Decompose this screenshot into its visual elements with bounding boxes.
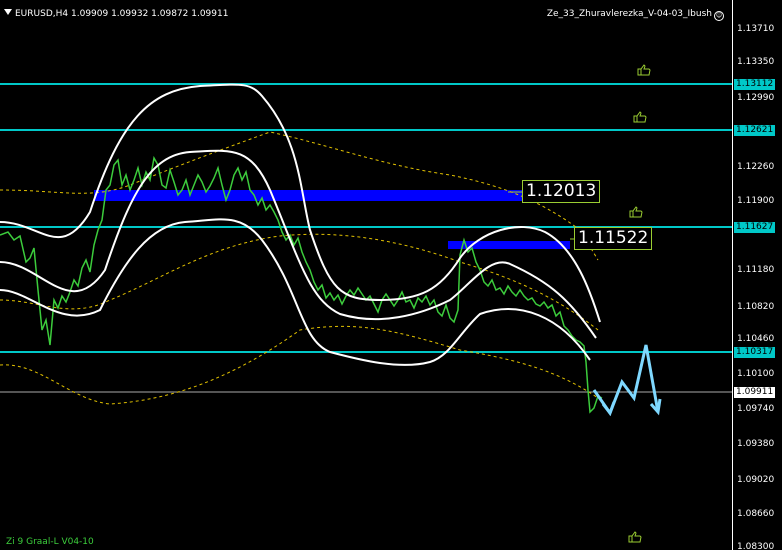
dropdown-arrow-icon[interactable] [4,9,12,15]
axis-tick: 1.10460 [737,334,775,344]
axis-tick: 1.09740 [737,404,775,414]
horizontal-levels[interactable] [0,83,732,353]
indicator-name[interactable]: Ze_33_Zhuravlerezka_V-04-03_Ibush ☺ [547,9,724,21]
thumbs-up-icon [637,64,651,76]
axis-tick: 1.09020 [737,475,775,485]
band-lines [0,83,601,366]
symbol-name: EURUSD,H4 [15,9,69,19]
axis-tick: 1.10100 [737,369,775,379]
axis-tick: 1.13350 [737,57,775,67]
axis-tick: 1.08660 [737,509,775,519]
forecast-arrow [592,344,662,417]
smiley-icon[interactable]: ☺ [714,11,724,21]
thumbs-up-icon [633,111,647,123]
axis-tick: 1.08300 [737,542,775,550]
ohlc-values: 1.09909 1.09932 1.09872 1.09911 [71,9,229,19]
level-tag: 1.11627 [734,222,776,233]
thumbs-up-icon [628,531,642,543]
axis-tick: 1.11900 [737,196,775,206]
thumbs-up-icon [629,206,643,218]
symbol-info[interactable]: EURUSD,H4 1.09909 1.09932 1.09872 1.0991… [4,9,228,19]
axis-tick: 1.13710 [737,24,775,34]
level-tag: 1.13112 [734,79,776,90]
axis-tick: 1.11180 [737,265,775,275]
indicator-label: Ze_33_Zhuravlerezka_V-04-03_Ibush [546,9,712,19]
forecast-path [592,344,660,417]
axis-tick: 1.09380 [737,439,775,449]
level-tag: 1.12621 [734,125,776,136]
price-axis[interactable]: 1.13710 1.13350 1.13112 1.12990 1.12621 … [732,0,782,550]
level-tag: 1.10317 [734,347,776,358]
chart-window[interactable]: EURUSD,H4 1.09909 1.09932 1.09872 1.0991… [0,0,782,550]
axis-tick: 1.10820 [737,302,775,312]
axis-tick: 1.12260 [737,162,775,172]
axis-tick: 1.12990 [737,93,775,103]
price-chart[interactable] [0,0,732,550]
upper-marker-bar [94,190,522,201]
level-label-lower: 1.11522 [574,227,653,250]
footer-label: Zi 9 Graal-L V04-10 [6,537,94,547]
current-price-tag: 1.09911 [734,387,776,398]
level-label-upper: 1.12013 [522,180,601,203]
